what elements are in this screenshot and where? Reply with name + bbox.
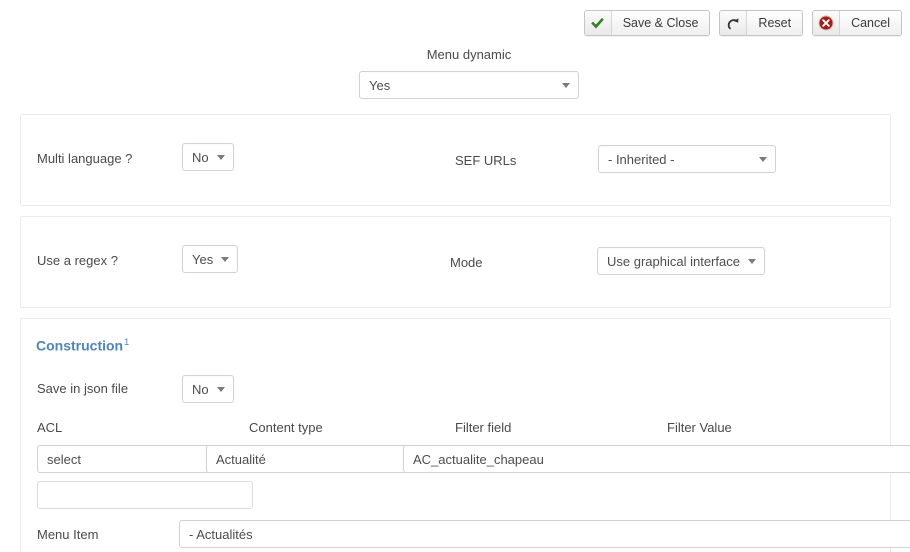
- content-type-value: Actualité: [216, 451, 266, 467]
- filter-field-value: AC_actualite_chapeau: [413, 451, 544, 467]
- panel-construction: Construction1 Save in json file No ACL C…: [20, 318, 910, 552]
- column-header-filter-value: Filter Value: [667, 420, 732, 435]
- menu-dynamic-select[interactable]: Yes: [359, 71, 579, 99]
- cancel-circle-icon: [813, 11, 841, 35]
- use-regex-value: Yes: [192, 251, 214, 267]
- chevron-down-icon: [747, 259, 756, 264]
- mode-select[interactable]: Use graphical interface: [597, 247, 765, 275]
- panel-regex: Use a regex ? Yes Mode Use graphical int…: [20, 216, 891, 308]
- column-header-content-type: Content type: [249, 420, 323, 435]
- check-icon: [584, 11, 612, 35]
- reset-button[interactable]: Reset: [719, 10, 804, 36]
- column-header-acl: ACL: [37, 420, 63, 435]
- reset-label: Reset: [747, 11, 803, 35]
- menu-dynamic-label: Menu dynamic: [426, 47, 512, 62]
- mode-label: Mode: [450, 255, 483, 270]
- sef-urls-value: - Inherited -: [608, 151, 675, 167]
- column-header-filter-field: Filter field: [455, 420, 512, 435]
- menu-dynamic-field: Menu dynamic Yes: [359, 47, 579, 99]
- construction-heading: Construction1: [36, 337, 129, 354]
- toolbar: Save & Close Reset Cancel: [583, 10, 902, 36]
- save-json-label: Save in json file: [37, 381, 129, 396]
- use-regex-select[interactable]: Yes: [182, 245, 239, 273]
- cancel-button[interactable]: Cancel: [812, 10, 902, 36]
- panel-multilanguage: Multi language ? No SEF URLs - Inherited…: [20, 114, 891, 206]
- chevron-down-icon: [221, 257, 230, 262]
- save-and-close-button[interactable]: Save & Close: [583, 10, 711, 36]
- sef-urls-label: SEF URLs: [455, 153, 517, 168]
- multi-language-label: Multi language ?: [37, 151, 133, 166]
- use-regex-label: Use a regex ?: [37, 253, 118, 268]
- multi-language-select[interactable]: No: [182, 143, 234, 171]
- menu-item-value: - Actualités: [189, 526, 253, 542]
- construction-heading-text: Construction: [36, 337, 124, 354]
- filter-field-select[interactable]: AC_actualite_chapeau: [403, 445, 910, 473]
- menu-item-select[interactable]: - Actualités: [179, 520, 910, 548]
- sef-urls-select[interactable]: - Inherited -: [598, 145, 776, 173]
- multi-language-value: No: [192, 149, 209, 165]
- admin-form-page: Save & Close Reset Cancel Menu dynamic Y…: [0, 0, 910, 552]
- menu-item-label: Menu Item: [37, 527, 99, 542]
- cancel-label: Cancel: [840, 11, 901, 35]
- chevron-down-icon: [562, 83, 570, 88]
- chevron-down-icon: [216, 387, 225, 392]
- construction-footnote-marker: 1: [124, 337, 130, 347]
- filter-value-input[interactable]: [37, 481, 253, 509]
- save-json-value: No: [192, 381, 209, 397]
- menu-dynamic-value: Yes: [369, 77, 391, 93]
- save-json-select[interactable]: No: [182, 375, 234, 403]
- chevron-down-icon: [216, 155, 225, 160]
- chevron-down-icon: [759, 157, 767, 162]
- mode-value: Use graphical interface: [607, 253, 740, 269]
- redo-arrow-icon: [720, 11, 748, 35]
- acl-value: select: [47, 451, 81, 467]
- save-and-close-label: Save & Close: [611, 11, 710, 35]
